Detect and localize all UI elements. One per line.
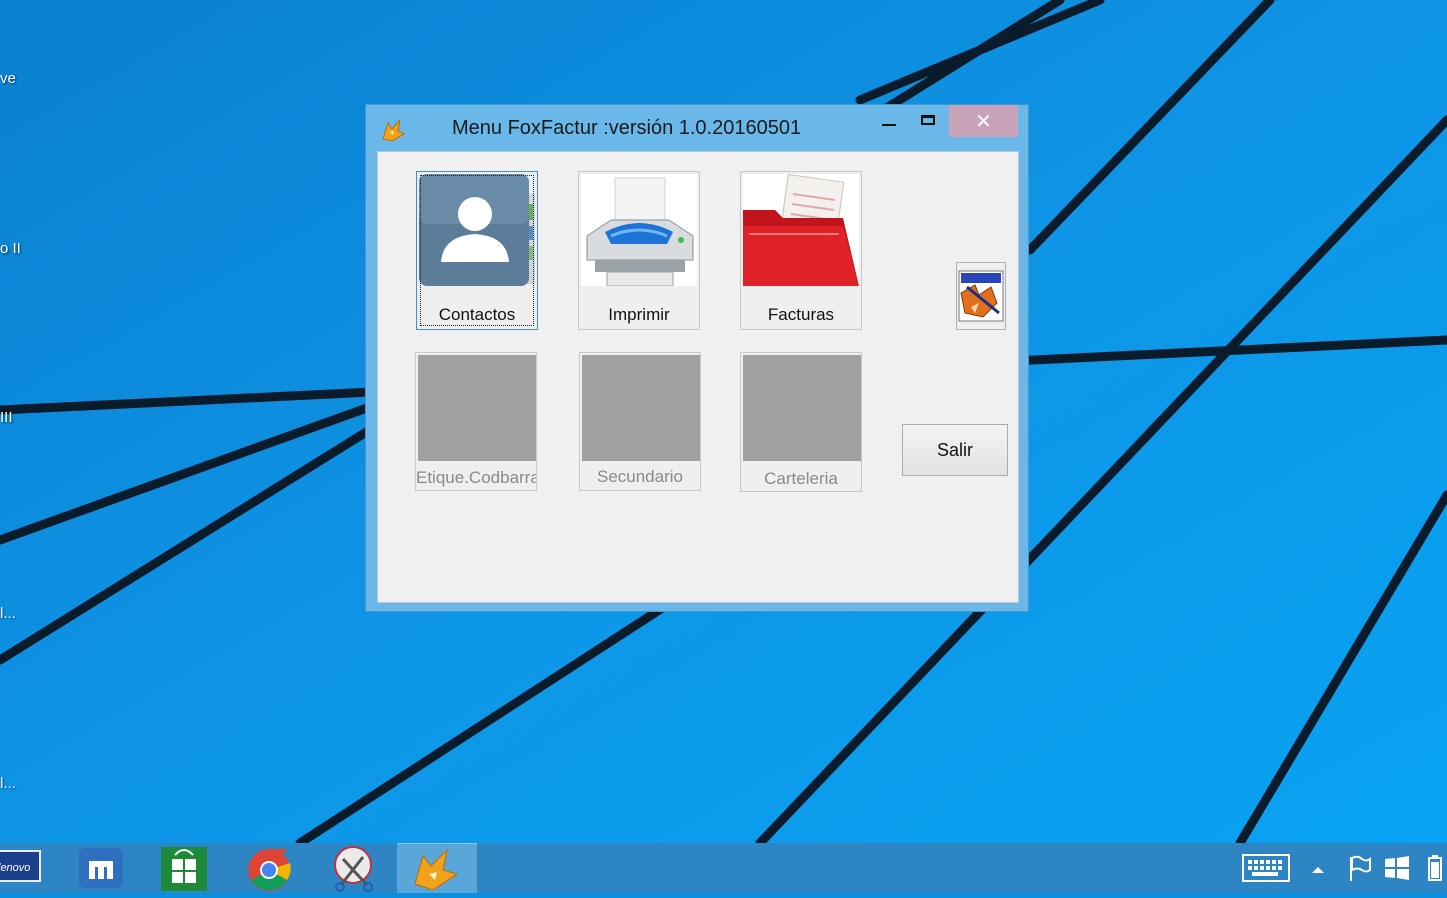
desktop-icon-label[interactable]: o II: [0, 240, 21, 257]
carteleria-label: Carteleria: [764, 469, 838, 488]
blank-image: [418, 355, 536, 461]
blank-image: [582, 355, 700, 461]
windows-icon: [1385, 856, 1409, 880]
facturas-label: Facturas: [767, 305, 835, 324]
contactos-label: Contactos: [438, 305, 516, 324]
taskbar-app-foxfactur[interactable]: [397, 843, 477, 893]
desktop-icon-label[interactable]: l...: [0, 775, 16, 792]
salir-button[interactable]: Salir: [902, 424, 1008, 476]
printer-icon: [581, 174, 697, 286]
contactos-button[interactable]: Contactos: [416, 171, 538, 330]
battery-icon: [1428, 855, 1442, 881]
keyboard-icon: [1242, 854, 1290, 882]
invoice-folder-icon: [743, 174, 859, 286]
desktop-icon-label[interactable]: l...: [0, 605, 16, 622]
minimize-button[interactable]: [874, 105, 904, 137]
foxfactur-menu-window: Menu FoxFactur :versión 1.0.20160501 ✕ C…: [366, 105, 1028, 611]
store-icon: [161, 847, 207, 891]
secundario-label: Secundario: [596, 467, 683, 486]
battery-status[interactable]: [1426, 853, 1444, 883]
flag-icon: [1350, 855, 1371, 881]
snipping-tool-icon: [334, 846, 373, 892]
imprimir-button[interactable]: Imprimir: [578, 171, 700, 330]
focus-rectangle: [420, 175, 534, 326]
facturas-button[interactable]: Facturas: [740, 171, 862, 330]
taskbar-app-snipping-tool[interactable]: [313, 843, 393, 893]
etique-codbarra-label: Etique.Codbarra: [416, 468, 536, 487]
window-title: Menu FoxFactur :versión 1.0.20160501: [452, 117, 802, 139]
foxpro-icon: [958, 270, 1004, 322]
maxthon-icon: [79, 848, 123, 888]
show-hidden-icons-button[interactable]: [1308, 853, 1328, 883]
windows-button[interactable]: [1382, 853, 1412, 883]
chevron-up-icon: [1312, 867, 1324, 873]
carteleria-button[interactable]: Carteleria: [740, 352, 862, 492]
chrome-icon: [248, 849, 291, 891]
desktop-icon-label[interactable]: III: [0, 409, 13, 426]
taskbar: lenovo: [0, 843, 1447, 893]
window-client-area: Contactos Imprimir Facturas Etique.Codba…: [377, 151, 1019, 603]
fox-app-icon[interactable]: [380, 117, 406, 143]
svg-text:lenovo: lenovo: [0, 862, 30, 874]
close-icon: ✕: [975, 109, 992, 133]
close-button[interactable]: ✕: [949, 105, 1018, 137]
taskbar-app-maxthon[interactable]: [62, 843, 142, 893]
etique-codbarra-button[interactable]: Etique.Codbarra: [415, 352, 537, 491]
taskbar-app-chrome[interactable]: [229, 843, 309, 893]
touch-keyboard-button[interactable]: [1242, 853, 1290, 883]
action-center-flag[interactable]: [1346, 853, 1374, 883]
blank-image: [743, 355, 861, 461]
foxpro-logo-button[interactable]: [956, 262, 1006, 330]
maximize-button[interactable]: [914, 105, 944, 137]
taskbar-app-lenovo[interactable]: lenovo: [0, 843, 44, 893]
imprimir-label: Imprimir: [608, 305, 670, 324]
desktop-icon-label[interactable]: ve: [0, 70, 16, 87]
lenovo-icon: lenovo: [0, 850, 41, 882]
taskbar-app-store[interactable]: [143, 843, 223, 893]
foxpro-icon: [414, 848, 459, 891]
secundario-button[interactable]: Secundario: [579, 352, 701, 491]
